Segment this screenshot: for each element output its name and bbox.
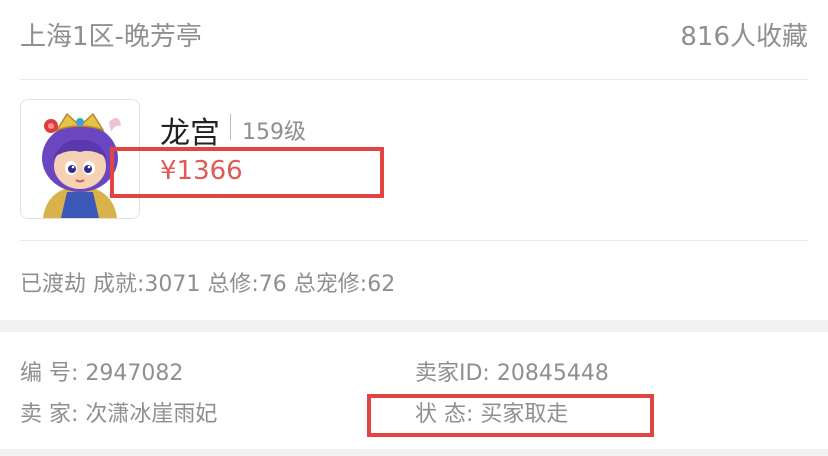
name-level-separator [230,114,231,140]
server-name: 上海1区-晚芳亭 [20,22,202,52]
character-stats: 已渡劫 成就:3071 总修:76 总宠修:62 [20,272,396,297]
serial-number-row: 编 号: 2947082 [20,355,183,387]
seller-id-value: 20845448 [496,361,609,386]
seller-row: 卖 家: 次潇冰崖雨妃 [20,396,217,428]
serial-number-value: 2947082 [85,361,184,386]
divider [20,79,808,80]
seller-id-row: 卖家ID: 20845448 [415,355,609,387]
bottom-gap [0,449,828,456]
serial-number-label: 编 号: [20,361,79,386]
seller-label: 卖 家: [20,402,79,427]
favorites-count: 816人收藏 [680,22,808,52]
seller-id-label: 卖家ID: [415,361,490,386]
divider [20,240,808,241]
section-gap [0,320,828,332]
seller-value[interactable]: 次潇冰崖雨妃 [85,402,217,427]
character-name: 龙宫 [160,116,220,151]
status-highlight-box [367,394,654,437]
character-level: 159级 [242,120,306,145]
price-highlight-box [110,147,384,198]
